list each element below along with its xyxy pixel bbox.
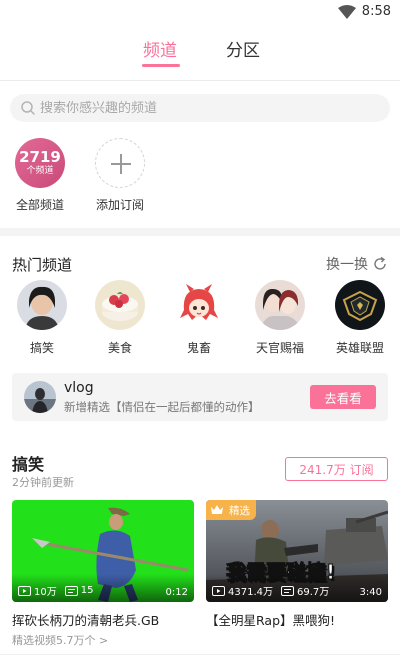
wifi-icon	[338, 5, 356, 19]
all-channels-entry[interactable]: 2719 个频道 全部频道	[7, 138, 73, 213]
video-card[interactable]: 10万 15 0:12 挥砍长柄刀的清朝老兵.GB	[12, 500, 194, 629]
featured-badge-label: 精选	[229, 504, 250, 517]
crown-icon	[211, 505, 223, 514]
status-time: 8:58	[361, 4, 391, 19]
hot-channel-label: 搞笑	[29, 341, 54, 355]
video-stats: 4371.4万 69.7万	[212, 583, 329, 598]
subscribe-button[interactable]: 241.7万 订阅	[285, 457, 388, 481]
section-title: 搞笑	[12, 455, 45, 474]
tab-channels[interactable]: 频道	[143, 36, 177, 61]
divider	[0, 654, 400, 655]
refresh-icon	[374, 256, 386, 270]
hot-channels-title: 热门频道	[12, 256, 73, 274]
play-count-icon	[18, 585, 31, 596]
vlog-title: vlog	[64, 380, 94, 396]
vlog-avatar	[24, 381, 56, 413]
league-logo	[335, 280, 385, 330]
video-title[interactable]: 挥砍长柄刀的清朝老兵.GB	[12, 610, 194, 629]
hot-channel-label: 英雄联盟	[335, 341, 384, 355]
vlog-description: 新增精选【情侣在一起后都懂的动作】	[64, 400, 260, 414]
add-subscription-label: 添加订阅	[95, 198, 144, 212]
person-avatar	[17, 280, 67, 330]
tab-zones[interactable]: 分区	[226, 36, 260, 61]
search-bar[interactable]	[10, 94, 390, 122]
video-thumbnail[interactable]: 10万 15 0:12	[12, 500, 194, 602]
video-duration: 0:12	[165, 587, 188, 598]
cake-avatar	[95, 280, 145, 330]
hot-channel-item[interactable]: 英雄联盟	[324, 280, 396, 356]
play-count-icon	[212, 585, 225, 596]
hot-channel-item[interactable]: 鬼畜	[163, 280, 235, 356]
hot-channel-label: 天官赐福	[255, 341, 304, 355]
status-bar: 8:58	[0, 0, 400, 26]
featured-badge: 精选	[206, 500, 256, 520]
refresh-label: 换一换	[326, 257, 368, 273]
play-count: 10万	[34, 587, 57, 598]
danmaku-count: 69.7万	[297, 587, 330, 598]
video-thumbnail[interactable]: 精选 我需要碰撞! 4371.4万 69.7万 3:40	[206, 500, 388, 602]
hot-channel-item[interactable]: 美食	[84, 280, 156, 356]
video-title[interactable]: 【全明星Rap】黑喂狗!	[206, 610, 388, 629]
section-updated-time: 2分钟前更新	[12, 476, 74, 489]
add-subscription-entry[interactable]: 添加订阅	[87, 138, 153, 213]
search-icon	[21, 101, 35, 115]
search-input[interactable]	[40, 94, 370, 122]
plus-icon	[111, 154, 131, 174]
vlog-recommendation-card[interactable]: vlog 新增精选【情侣在一起后都懂的动作】 去看看	[12, 373, 388, 421]
hot-channel-label: 美食	[107, 341, 132, 355]
add-circle	[95, 138, 145, 188]
anime-girl-avatar	[174, 280, 224, 330]
more-videos-link[interactable]: 精选视频5.7万个 >	[12, 632, 108, 648]
danmaku-icon	[281, 585, 294, 596]
channel-count: 2719	[19, 148, 61, 166]
play-count: 4371.4万	[228, 587, 273, 598]
divider	[0, 80, 400, 81]
hot-channel-item[interactable]: 天官赐福	[244, 280, 316, 356]
video-stats: 10万 15	[18, 583, 93, 598]
video-card[interactable]: 精选 我需要碰撞! 4371.4万 69.7万 3:40 【全明星Rap】黑喂狗…	[206, 500, 388, 629]
all-channels-label: 全部频道	[15, 198, 64, 212]
danmaku-icon	[64, 585, 78, 596]
hot-channel-item[interactable]: 搞笑	[6, 280, 78, 356]
channel-count-badge: 2719 个频道	[15, 138, 65, 188]
active-tab-indicator	[142, 64, 180, 67]
go-watch-button[interactable]: 去看看	[310, 385, 376, 409]
hot-channel-label: 鬼畜	[186, 341, 211, 355]
section-separator	[0, 228, 400, 236]
top-tabs: 频道 分区	[0, 36, 400, 70]
anime-pair-avatar	[255, 280, 305, 330]
danmaku-count: 15	[80, 585, 94, 596]
channel-count-unit: 个频道	[26, 166, 54, 176]
video-duration: 3:40	[359, 587, 382, 598]
refresh-button[interactable]: 换一换	[326, 254, 388, 274]
